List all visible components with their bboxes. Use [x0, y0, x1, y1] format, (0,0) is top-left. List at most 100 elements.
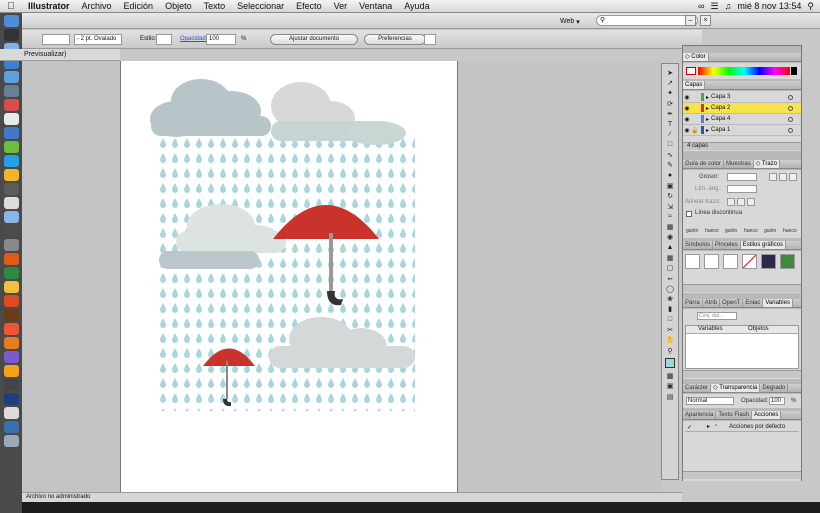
pencil-tool-icon[interactable]: ✎ — [664, 161, 676, 170]
tab-brushes[interactable]: Pinceles — [713, 241, 741, 249]
tab-swatches[interactable]: Muestras — [724, 160, 754, 168]
illustrator-icon[interactable] — [3, 365, 19, 377]
spotlight-icon[interactable]: ⚲ — [807, 1, 814, 12]
target-icon[interactable] — [788, 116, 793, 122]
spotify-icon[interactable] — [3, 141, 19, 153]
apple-menu-icon[interactable]:  — [0, 1, 22, 12]
app-icon[interactable] — [3, 183, 19, 195]
app-icon[interactable] — [3, 295, 19, 307]
visibility-icon[interactable]: ◉ — [683, 105, 691, 112]
free-transform-tool-icon[interactable]: ▦ — [664, 222, 676, 231]
app-icon[interactable] — [3, 351, 19, 363]
layer-row[interactable]: ◉ ▸ Capa 4 — [683, 114, 801, 125]
menu-efecto[interactable]: Efecto — [290, 1, 328, 11]
document-tab[interactable]: Previsualizar) — [0, 49, 120, 61]
target-icon[interactable] — [788, 94, 793, 100]
visibility-icon[interactable]: ◉ — [683, 94, 691, 101]
bluetooth-icon[interactable]: ∞ — [698, 1, 704, 11]
menu-ver[interactable]: Ver — [328, 1, 354, 11]
align-inside-button[interactable] — [737, 198, 745, 206]
shape-builder-tool-icon[interactable]: ◉ — [664, 233, 676, 242]
visibility-icon[interactable]: ◉ — [683, 127, 691, 134]
dashed-line-checkbox[interactable] — [686, 211, 692, 217]
align-center-button[interactable] — [727, 198, 735, 206]
graphic-style-swatch[interactable] — [780, 254, 795, 269]
dataset-select[interactable]: Conj. dat... — [697, 312, 737, 320]
fill-select[interactable] — [42, 34, 70, 45]
menu-edicion[interactable]: Edición — [118, 1, 160, 11]
tab-gradient[interactable]: Degrado — [760, 384, 789, 392]
graph-tool-icon[interactable]: ▮ — [664, 305, 676, 314]
type-tool-icon[interactable]: T — [664, 119, 676, 128]
tab-stroke[interactable]: ◇ Trazo — [753, 160, 781, 168]
tab-opentype[interactable]: OpenT — [720, 299, 744, 307]
tab-transparency[interactable]: ◇ Transparencia — [711, 384, 761, 392]
blend-tool-icon[interactable]: ◯ — [664, 284, 676, 293]
itunes-icon[interactable] — [3, 99, 19, 111]
tab-character[interactable]: Carácter — [683, 384, 712, 392]
cap-butt-button[interactable] — [769, 173, 777, 181]
layer-row[interactable]: ◉ 🔒 ▸ Capa 1 — [683, 125, 801, 136]
tab-flash-text[interactable]: Texto Flash — [716, 411, 753, 419]
excel-icon[interactable] — [3, 267, 19, 279]
preferences-button[interactable]: Preferencias — [364, 34, 426, 45]
adjust-document-button[interactable]: Ajustar documento — [270, 34, 358, 45]
checkmark-icon[interactable]: ✓ — [687, 424, 692, 431]
skype-icon[interactable] — [3, 155, 19, 167]
opacity-input[interactable]: 100 — [769, 397, 785, 405]
blend-mode-select[interactable]: Normal — [686, 397, 734, 405]
menu-objeto[interactable]: Objeto — [159, 1, 198, 11]
help-search-input[interactable]: ⚲ — [596, 15, 698, 26]
layer-row[interactable]: ◉ ▸ Capa 2 — [683, 103, 801, 114]
calendar-icon[interactable] — [3, 113, 19, 125]
graphic-style-swatch[interactable] — [742, 254, 757, 269]
opacity-label[interactable]: Opacidad: — [180, 36, 207, 42]
target-icon[interactable] — [788, 105, 793, 111]
tab-appearance[interactable]: Apariencia — [683, 411, 717, 419]
finder-icon[interactable] — [3, 15, 19, 27]
tab-symbols[interactable]: Símbolos — [683, 241, 714, 249]
menu-ayuda[interactable]: Ayuda — [398, 1, 435, 11]
clock-label[interactable]: mié 8 nov 13:54 — [737, 1, 801, 11]
app-icon[interactable] — [3, 323, 19, 335]
warp-tool-icon[interactable]: ≈ — [664, 212, 676, 221]
color-spectrum[interactable] — [698, 67, 790, 75]
graphic-style-swatch[interactable] — [761, 254, 776, 269]
menu-texto[interactable]: Texto — [198, 1, 232, 11]
app-icon[interactable] — [3, 225, 19, 237]
cap-square-button[interactable] — [789, 173, 797, 181]
graphic-style-swatch[interactable] — [704, 254, 719, 269]
stroke-profile-select[interactable]: - 2 pt. Ovalado — [74, 34, 122, 45]
tab-layers[interactable]: Capas — [683, 81, 706, 89]
menu-illustrator[interactable]: Illustrator — [22, 1, 76, 11]
lasso-tool-icon[interactable]: ⟳ — [664, 99, 676, 108]
app-icon[interactable] — [3, 407, 19, 419]
wifi-icon[interactable]: ☰ — [711, 1, 719, 12]
scale-tool-icon[interactable]: ⇲ — [664, 202, 676, 211]
gradient-tool-icon[interactable]: ▢ — [664, 264, 676, 273]
photo-icon[interactable] — [3, 85, 19, 97]
app-icon[interactable] — [3, 127, 19, 139]
color-mode-icon[interactable]: ▩ — [664, 371, 676, 380]
tab-graphic-styles[interactable]: Estilos gráficos — [740, 241, 787, 249]
expand-arrow-icon[interactable]: ▸ — [707, 423, 710, 430]
action-set-row[interactable]: ✓ ▸ ▫ Acciones por defecto — [685, 423, 799, 432]
minimize-button[interactable]: – — [685, 15, 696, 26]
app-icon[interactable] — [3, 253, 19, 265]
rectangle-tool-icon[interactable]: □ — [664, 140, 676, 149]
tab-attributes[interactable]: Atrib — [703, 299, 721, 307]
photoshop-icon[interactable] — [3, 393, 19, 405]
app-icon[interactable] — [3, 211, 19, 223]
ichat-icon[interactable] — [3, 71, 19, 83]
tab-color-guide[interactable]: Guía de color — [683, 160, 725, 168]
lock-icon[interactable]: 🔒 — [691, 127, 699, 134]
firefox-icon[interactable] — [3, 337, 19, 349]
mesh-tool-icon[interactable]: ▦ — [664, 253, 676, 262]
line-tool-icon[interactable]: ∕ — [664, 130, 676, 139]
arrange-icon[interactable] — [424, 34, 436, 45]
align-outside-button[interactable] — [747, 198, 755, 206]
blob-brush-tool-icon[interactable]: ● — [664, 171, 676, 180]
tab-actions[interactable]: Acciones — [752, 411, 782, 419]
none-swatch[interactable] — [686, 67, 696, 75]
hand-tool-icon[interactable]: ✋ — [664, 336, 676, 345]
